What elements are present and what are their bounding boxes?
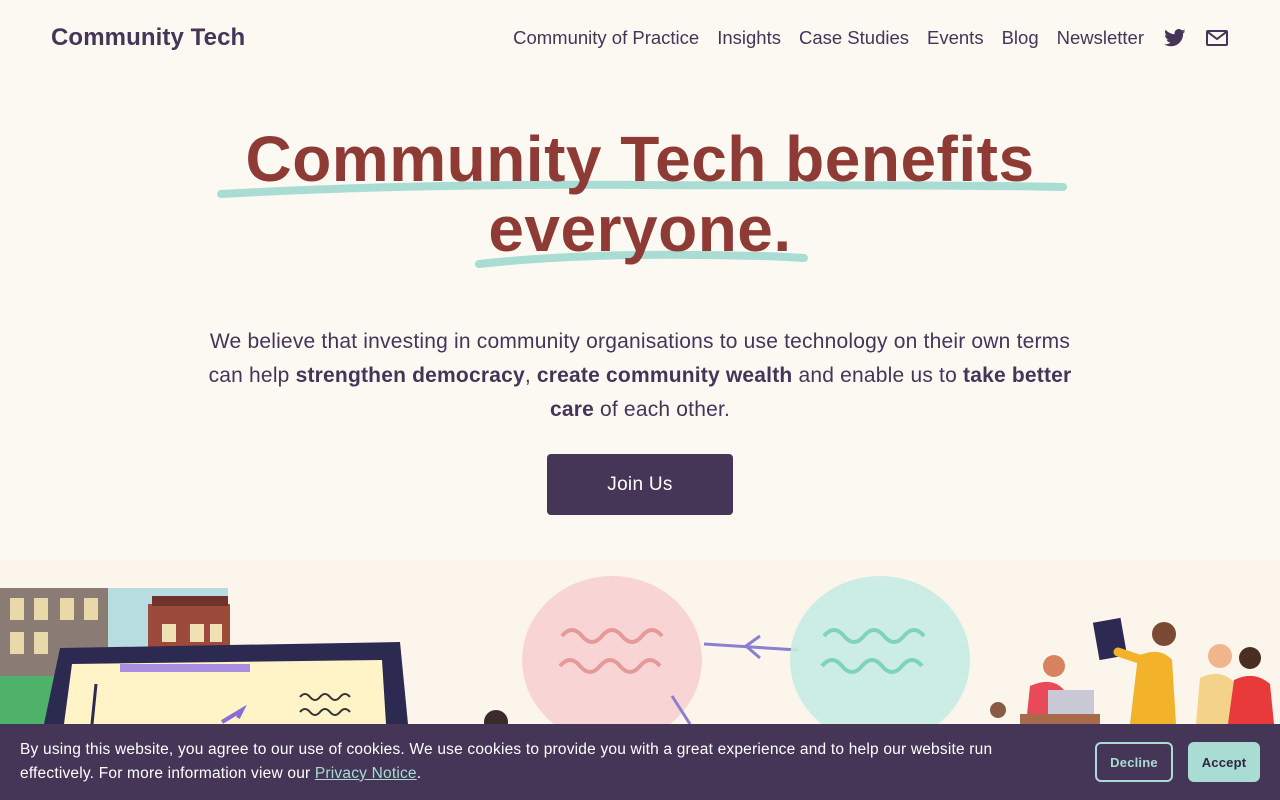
cookie-text-end: . xyxy=(416,765,422,782)
hero-illustration xyxy=(0,560,1280,724)
hero-title-line-1: Community Tech benefits xyxy=(245,123,1035,195)
nav-link-case-studies[interactable]: Case Studies xyxy=(799,27,909,49)
twitter-icon[interactable] xyxy=(1164,29,1186,47)
nav-link-insights[interactable]: Insights xyxy=(717,27,781,49)
lead-text: and enable us to xyxy=(792,364,964,387)
cookie-text: By using this website, you agree to our … xyxy=(20,741,993,782)
cookie-banner: By using this website, you agree to our … xyxy=(0,724,1280,800)
cookie-decline-button[interactable]: Decline xyxy=(1095,742,1173,782)
nav-link-community-of-practice[interactable]: Community of Practice xyxy=(513,27,699,49)
hero-title-line-2: everyone. xyxy=(488,193,792,265)
mail-icon[interactable] xyxy=(1206,30,1228,46)
lead-highlight-wealth: create community wealth xyxy=(536,364,793,387)
join-us-button[interactable]: Join Us xyxy=(547,454,733,515)
lead-text: of each other. xyxy=(593,398,731,421)
nav-link-newsletter[interactable]: Newsletter xyxy=(1057,27,1144,49)
hero-lead-paragraph: We believe that investing in community o… xyxy=(190,325,1090,427)
site-header: Community Tech Community of Practice Ins… xyxy=(0,0,1280,76)
cookie-accept-button[interactable]: Accept xyxy=(1188,742,1260,782)
hero-title: Community Tech benefits everyone. xyxy=(0,124,1280,264)
lead-highlight-democracy: strengthen democracy xyxy=(295,364,525,387)
lead-text: , xyxy=(524,364,537,387)
nav-link-events[interactable]: Events xyxy=(927,27,984,49)
cookie-message: By using this website, you agree to our … xyxy=(20,738,1070,786)
site-logo[interactable]: Community Tech xyxy=(51,24,245,52)
privacy-notice-link[interactable]: Privacy Notice xyxy=(315,765,417,782)
main-nav: Community of Practice Insights Case Stud… xyxy=(495,24,1228,52)
nav-link-blog[interactable]: Blog xyxy=(1002,27,1039,49)
